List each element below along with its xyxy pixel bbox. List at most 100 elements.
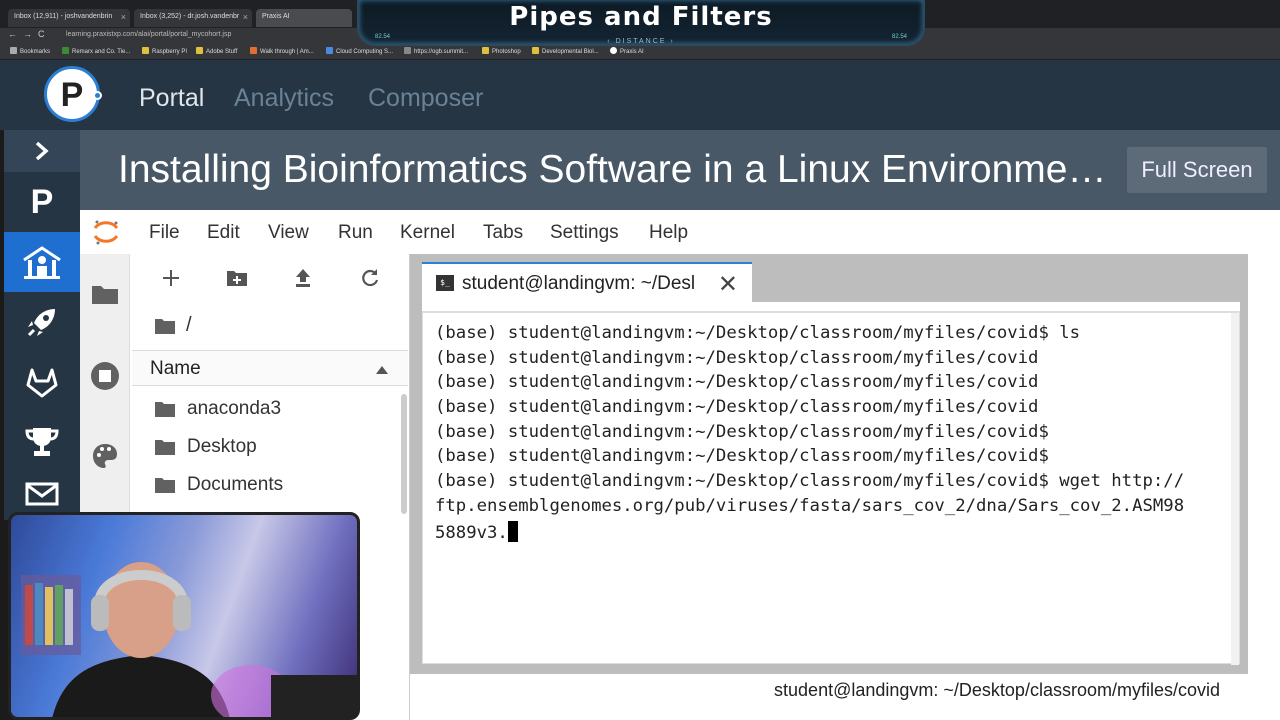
menu-file[interactable]: File (149, 222, 180, 244)
terminal-line-input: 5889v3. (435, 521, 518, 543)
refresh-button[interactable] (355, 266, 385, 290)
folder-icon (155, 402, 175, 417)
achievements-button[interactable] (4, 412, 80, 472)
close-icon[interactable]: × (121, 12, 126, 22)
breadcrumb[interactable]: / (154, 314, 192, 337)
upload-icon (296, 269, 310, 287)
trophy-icon (25, 428, 59, 456)
menu-help[interactable]: Help (649, 222, 688, 244)
terminal-line: (base) student@landingvm:~/Desktop/class… (435, 323, 1081, 343)
new-folder-icon (227, 271, 247, 286)
folder-icon (155, 318, 175, 334)
stream-banner: Pipes and Filters ‹ DISTANCE › 82.54 82.… (357, 0, 925, 46)
gitlab-icon (26, 368, 58, 398)
file-list-header[interactable]: Name (132, 350, 408, 386)
folder-icon (92, 286, 118, 304)
nav-composer[interactable]: Composer (368, 84, 483, 113)
file-browser-tab[interactable] (80, 274, 130, 314)
name-column-header[interactable]: Name (150, 358, 201, 380)
praxis-p-icon: P (30, 182, 54, 221)
bookmark-item[interactable]: Adobe Stuff (196, 47, 237, 55)
browser-tab-inbox-1[interactable]: Inbox (12,911) - joshvandenbrin × (8, 9, 130, 27)
running-tab[interactable] (80, 356, 130, 396)
cohort-building-icon (23, 246, 61, 279)
stop-circle-icon (91, 362, 119, 390)
new-launcher-button[interactable] (156, 266, 186, 290)
logo-letter: P (60, 76, 84, 114)
browser-tab-praxis[interactable]: Praxis AI (256, 9, 352, 27)
nav-analytics[interactable]: Analytics (234, 84, 334, 113)
menu-edit[interactable]: Edit (207, 222, 240, 244)
tab-label: Inbox (3,252) - dr.josh.vandenbr (140, 13, 240, 20)
terminal-output[interactable]: (base) student@landingvm:~/Desktop/class… (422, 312, 1240, 665)
bookmark-item[interactable]: https://ogb.summit... (404, 47, 468, 55)
launch-button[interactable] (4, 292, 80, 352)
webcam-overlay (8, 512, 360, 720)
gitlab-button[interactable] (4, 352, 80, 412)
praxis-logo[interactable]: P (44, 66, 102, 122)
tab-label: Inbox (12,911) - joshvandenbrin (14, 13, 113, 20)
close-icon[interactable]: × (243, 12, 248, 22)
terminal-dock: $_ student@landingvm: ~/Desl ✕ (base) st… (410, 254, 1248, 674)
list-item[interactable]: Documents (132, 466, 402, 504)
command-palette-tab[interactable] (80, 436, 130, 476)
rocket-icon (27, 309, 55, 337)
menu-settings[interactable]: Settings (550, 222, 619, 244)
full-screen-button[interactable]: Full Screen (1127, 147, 1267, 193)
file-list-scrollbar[interactable] (401, 394, 407, 514)
banner-subtitle: ‹ DISTANCE › (607, 38, 675, 45)
upload-button[interactable] (288, 266, 318, 290)
menu-run[interactable]: Run (338, 222, 373, 244)
status-bar: student@landingvm: ~/Desktop/classroom/m… (410, 674, 1248, 706)
cohort-button[interactable] (4, 232, 80, 292)
bookmark-item[interactable]: Photoshop (482, 47, 521, 55)
terminal-tab[interactable]: $_ student@landingvm: ~/Desl ✕ (422, 262, 752, 302)
status-path: student@landingvm: ~/Desktop/classroom/m… (774, 680, 1220, 700)
bookmark-item[interactable]: Walk through | Am... (250, 47, 314, 55)
terminal-scrollbar[interactable] (1231, 313, 1239, 665)
close-icon[interactable]: ✕ (718, 270, 738, 299)
expand-sidebar-button[interactable] (4, 130, 80, 172)
file-name: Documents (187, 474, 284, 495)
chevron-right-icon (35, 141, 49, 161)
jupyter-logo-icon (93, 220, 119, 245)
bookmark-item[interactable]: Praxis AI (610, 47, 644, 55)
terminal-line: (base) student@landingvm:~/Desktop/class… (435, 446, 1049, 466)
praxis-home-button[interactable]: P (4, 172, 80, 232)
banner-right-number: 82.54 (891, 34, 907, 40)
mail-icon (25, 482, 59, 506)
terminal-cursor (507, 521, 518, 542)
bookmark-item[interactable]: Raspberry PI (142, 47, 187, 55)
course-title-bar: Installing Bioinformatics Software in a … (80, 130, 1280, 210)
bookmark-item[interactable]: Remarx and Co. Tie... (62, 47, 130, 55)
terminal-icon: $_ (436, 275, 454, 291)
terminal-line: (base) student@landingvm:~/Desktop/class… (435, 422, 1049, 442)
messages-button[interactable] (4, 472, 80, 516)
plus-icon (163, 270, 179, 286)
bookmark-item[interactable]: Bookmarks (10, 47, 50, 55)
terminal-tab-label: student@landingvm: ~/Desl (462, 273, 696, 294)
file-name: Desktop (187, 436, 257, 457)
list-item[interactable]: Desktop (132, 428, 402, 466)
breadcrumb-root[interactable]: / (186, 314, 192, 337)
logo-dot-icon (93, 91, 102, 100)
bookmarks-bar: Bookmarks Remarx and Co. Tie... Raspberr… (0, 44, 1280, 60)
browser-tab-inbox-2[interactable]: Inbox (3,252) - dr.josh.vandenbr × (134, 9, 252, 27)
url-field[interactable]: learning.praxistxp.com/alai/portal/porta… (66, 31, 231, 38)
palette-icon (93, 444, 117, 468)
menu-tabs[interactable]: Tabs (483, 222, 523, 244)
nav-portal[interactable]: Portal (139, 84, 204, 113)
terminal-line: (base) student@landingvm:~/Desktop/class… (435, 471, 1185, 491)
nav-arrows-icon[interactable]: ←→C (8, 29, 51, 39)
terminal-line: (base) student@landingvm:~/Desktop/class… (435, 348, 1039, 368)
bookmark-item[interactable]: Developmental Biol... (532, 47, 599, 55)
course-title: Installing Bioinformatics Software in a … (118, 148, 1107, 191)
bookmark-item[interactable]: Cloud Computing S... (326, 47, 393, 55)
menu-view[interactable]: View (268, 222, 309, 244)
terminal-line: (base) student@landingvm:~/Desktop/class… (435, 397, 1039, 417)
list-item[interactable]: anaconda3 (132, 390, 402, 428)
new-folder-button[interactable] (222, 266, 252, 290)
presenter-image (21, 562, 357, 717)
sort-ascending-icon[interactable] (376, 361, 388, 379)
menu-kernel[interactable]: Kernel (400, 222, 455, 244)
